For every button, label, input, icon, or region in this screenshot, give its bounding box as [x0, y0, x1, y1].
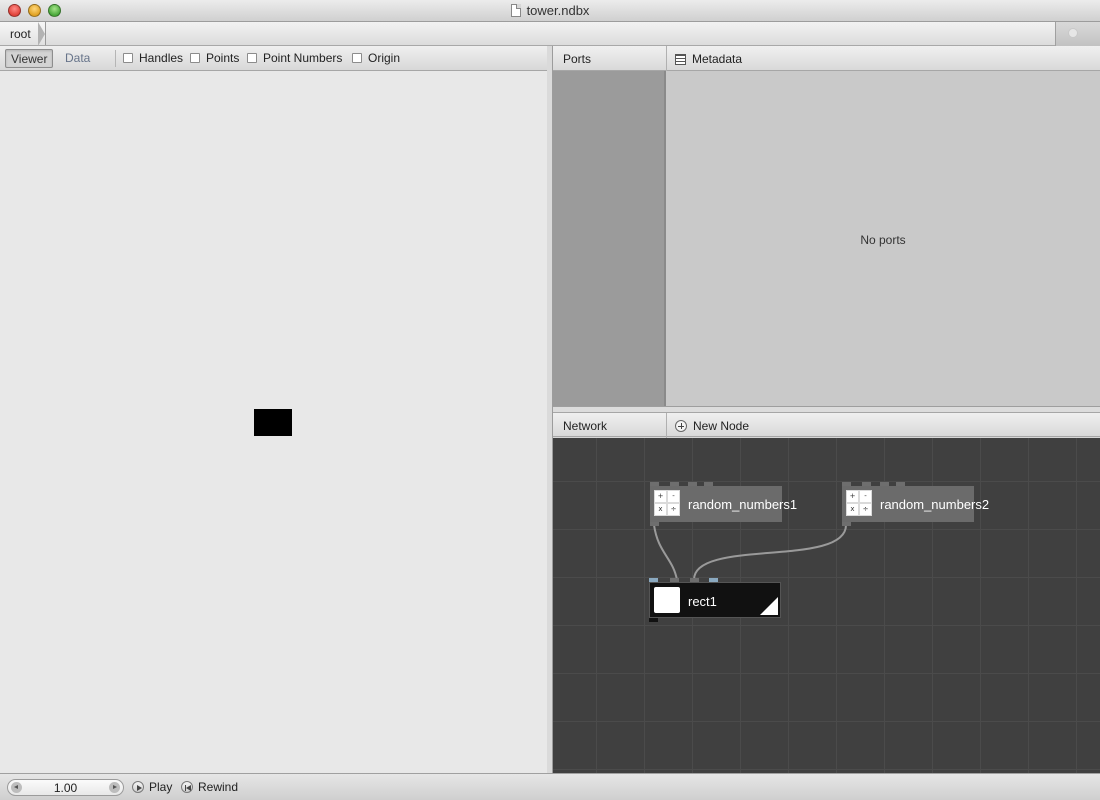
window-title: tower.ndbx [0, 3, 1100, 18]
ports-sidebar [553, 71, 666, 406]
node-body[interactable]: + - x ÷ random_numbers2 [842, 486, 989, 522]
output-port[interactable] [649, 618, 658, 622]
plus-icon [675, 420, 687, 432]
output-port[interactable] [650, 522, 659, 526]
playback-bar: 1.00 Play Rewind [0, 773, 1100, 800]
viewer-panel: Viewer Data Handles Points Point Numbers… [0, 46, 547, 773]
point-numbers-checkbox[interactable]: Point Numbers [247, 51, 342, 65]
viewer-canvas[interactable] [0, 71, 547, 773]
ports-title: Ports [563, 52, 592, 66]
origin-checkbox[interactable]: Origin [352, 51, 400, 65]
frame-stepper[interactable]: 1.00 [7, 779, 124, 796]
viewer-toolbar: Viewer Data Handles Points Point Numbers… [0, 46, 547, 71]
node-rect1[interactable]: rect1 [649, 578, 781, 622]
no-ports-message: No ports [860, 233, 906, 247]
checkbox-icon[interactable] [247, 53, 257, 63]
output-port[interactable] [842, 522, 851, 526]
node-body[interactable]: + - x ÷ random_numbers1 [650, 486, 797, 522]
breadcrumb-arrow-icon [38, 22, 45, 46]
new-node-button[interactable]: New Node [675, 419, 749, 433]
node-random-numbers2[interactable]: + - x ÷ random_numbers2 [842, 482, 989, 526]
checkbox-icon[interactable] [123, 53, 133, 63]
header-divider [666, 413, 667, 438]
checkbox-icon[interactable] [190, 53, 200, 63]
points-checkbox[interactable]: Points [190, 51, 239, 65]
metadata-icon [675, 53, 686, 65]
ports-content: No ports [666, 71, 1100, 406]
rendered-flag-icon [760, 597, 778, 615]
circle-icon [1068, 28, 1078, 38]
ports-header: Ports Metadata [553, 46, 1100, 71]
play-icon [132, 781, 144, 793]
frame-value[interactable]: 1.00 [8, 781, 123, 795]
breadcrumb: root [0, 22, 1100, 46]
connection-wire[interactable] [692, 524, 847, 581]
rewind-icon [181, 781, 193, 793]
network-title: Network [563, 419, 608, 433]
node-label: rect1 [688, 594, 717, 609]
document-icon [510, 4, 521, 17]
tab-data[interactable]: Data [60, 49, 95, 68]
connection-wires [653, 524, 847, 581]
rendered-rectangle [254, 409, 292, 436]
checkbox-icon[interactable] [352, 53, 362, 63]
network-canvas[interactable]: + - x ÷ random_numbers1 + - x ÷ random_n… [553, 438, 1100, 773]
math-icon: + - x ÷ [846, 490, 872, 516]
rewind-button[interactable]: Rewind [181, 780, 238, 794]
handles-checkbox[interactable]: Handles [123, 51, 183, 65]
node-label: random_numbers1 [688, 497, 798, 512]
play-button[interactable]: Play [132, 780, 172, 794]
toolbar-divider [115, 50, 116, 67]
next-frame-icon[interactable] [109, 782, 120, 793]
header-divider [666, 46, 667, 71]
node-random-numbers1[interactable]: + - x ÷ random_numbers1 [650, 482, 797, 526]
math-icon: + - x ÷ [654, 490, 680, 516]
network-header: Network New Node [553, 412, 1100, 438]
rect-icon [654, 587, 680, 613]
tab-viewer[interactable]: Viewer [5, 49, 54, 68]
node-label: random_numbers2 [880, 497, 990, 512]
window-titlebar: tower.ndbx [0, 0, 1100, 22]
metadata-button[interactable]: Metadata [675, 52, 742, 66]
connection-wire[interactable] [653, 524, 678, 581]
node-body[interactable]: rect1 [649, 582, 781, 618]
options-button[interactable] [1055, 22, 1100, 46]
